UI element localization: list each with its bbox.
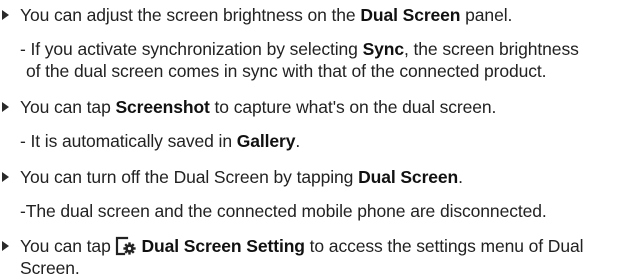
sub-note: -The dual screen and the connected mobil…: [20, 200, 547, 222]
item-text: to capture what's on the dual screen.: [209, 97, 497, 117]
item-text: You can adjust the screen brightness on …: [20, 5, 361, 25]
sub-note-bold-term: Gallery: [236, 131, 296, 151]
item-text: You can tap: [20, 236, 116, 256]
sub-note: - If you activate synchronization by sel…: [20, 38, 579, 60]
sub-note-continuation: of the dual screen comes in sync with th…: [26, 60, 547, 82]
item-bold-term: Dual Screen Setting: [141, 236, 305, 256]
list-item-continuation: Screen.: [20, 257, 80, 279]
sub-note-text: - It is automatically saved in: [20, 131, 237, 151]
sub-note-bold-term: Sync: [362, 39, 405, 59]
bullet-arrow-icon: [2, 102, 9, 112]
sub-note-text: -The dual screen and the connected mobil…: [20, 201, 547, 221]
item-bold-term: Dual Screen: [360, 5, 461, 25]
sub-note-text: of the dual screen comes in sync with th…: [26, 61, 547, 81]
sub-note: - It is automatically saved in Gallery.: [20, 130, 300, 152]
item-bold-term: Screenshot: [115, 97, 210, 117]
item-text: Screen.: [20, 258, 80, 278]
sub-note-text: - If you activate synchronization by sel…: [20, 39, 363, 59]
bullet-arrow-icon: [2, 10, 9, 20]
item-text: .: [458, 167, 463, 187]
item-text: You can turn off the Dual Screen by tapp…: [20, 167, 359, 187]
item-text: You can tap: [20, 97, 116, 117]
item-bold-term: Dual Screen: [358, 167, 459, 187]
bullet-arrow-icon: [2, 241, 9, 251]
item-text: to access the settings menu of Dual: [304, 236, 584, 256]
sub-note-text: .: [295, 131, 301, 151]
sub-note-text: , the screen brightness: [404, 39, 579, 59]
dual-screen-setting-gear-icon: [115, 236, 137, 256]
bullet-arrow-icon: [2, 172, 9, 182]
item-text: panel.: [460, 5, 513, 25]
document-page: You can adjust the screen brightness on …: [0, 0, 628, 279]
